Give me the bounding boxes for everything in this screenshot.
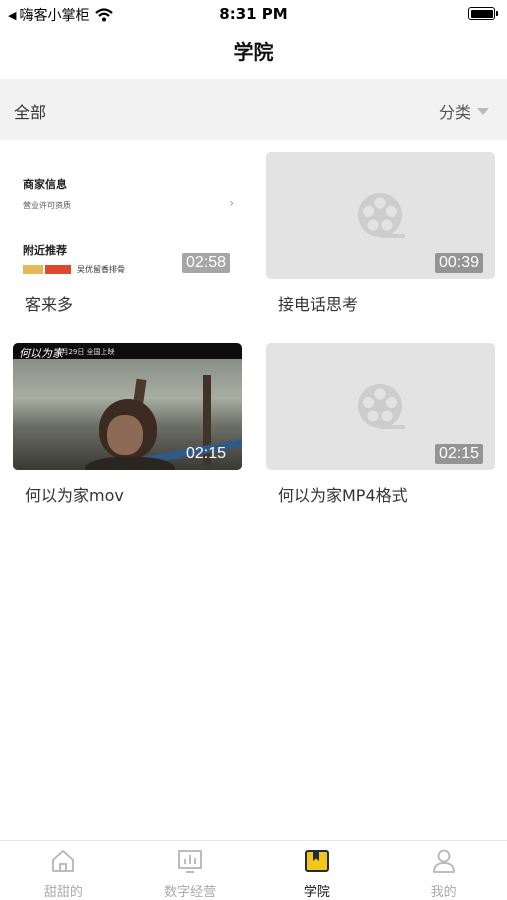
tab-home[interactable]: 甜甜的 bbox=[0, 841, 127, 900]
thumb-row: 吴优留香排骨 bbox=[23, 264, 125, 275]
home-icon bbox=[52, 850, 75, 872]
movie-date: 4月29日 全国上映 bbox=[57, 348, 115, 356]
book-icon bbox=[304, 850, 329, 872]
user-icon bbox=[432, 849, 455, 873]
video-duration: 02:15 bbox=[185, 445, 226, 462]
video-title[interactable]: 客来多 bbox=[25, 291, 242, 315]
status-time: 8:31 PM bbox=[219, 5, 288, 23]
thumb-text: 吴优留香排骨 bbox=[77, 265, 125, 274]
video-thumbnail[interactable]: 何以为家 4月29日 全国上映 02:15 bbox=[13, 343, 242, 470]
video-thumbnail[interactable]: 商家信息 营业许可资质 › 附近推荐 吴优留香排骨 02:58 bbox=[13, 152, 242, 279]
video-duration: 02:58 bbox=[181, 253, 230, 273]
video-thumbnail[interactable]: 00:39 bbox=[266, 152, 495, 279]
chart-icon bbox=[178, 850, 203, 873]
video-card[interactable]: 商家信息 营业许可资质 › 附近推荐 吴优留香排骨 02:58 客来多 bbox=[13, 152, 242, 315]
filter-bar: 全部 分类 bbox=[0, 79, 507, 140]
film-reel-icon bbox=[358, 193, 405, 238]
video-title[interactable]: 何以为家MP4格式 bbox=[278, 482, 495, 506]
tab-label: 数字经营 bbox=[164, 885, 217, 900]
video-thumbnail[interactable]: 02:15 bbox=[266, 343, 495, 470]
mini-image-icon bbox=[23, 265, 43, 274]
tab-academy[interactable]: 学院 bbox=[254, 841, 381, 900]
tab-label: 甜甜的 bbox=[43, 885, 83, 900]
thumb-text: 商家信息 bbox=[23, 178, 67, 191]
category-dropdown[interactable]: 分类 bbox=[439, 99, 489, 123]
video-card[interactable]: 何以为家 4月29日 全国上映 02:15 何以为家mov bbox=[13, 343, 242, 506]
thumb-text: 附近推荐 bbox=[23, 244, 67, 257]
dropdown-triangle-icon bbox=[477, 107, 489, 115]
video-duration: 02:15 bbox=[434, 444, 483, 464]
video-title[interactable]: 何以为家mov bbox=[25, 482, 242, 506]
category-label: 分类 bbox=[438, 103, 471, 122]
mini-tag-icon bbox=[45, 265, 71, 274]
page-title: 学院 bbox=[233, 40, 274, 64]
filter-all-button[interactable]: 全部 bbox=[14, 99, 46, 123]
video-card[interactable]: 02:15 何以为家MP4格式 bbox=[266, 343, 495, 506]
video-title[interactable]: 接电话思考 bbox=[278, 291, 495, 315]
battery-icon bbox=[468, 7, 498, 20]
tab-mine[interactable]: 我的 bbox=[380, 841, 507, 900]
status-bar: ◀ 嗨客小掌柜 8:31 PM bbox=[0, 0, 507, 28]
tab-bar: 甜甜的 数字经营 学院 我的 bbox=[0, 840, 507, 900]
film-reel-icon bbox=[358, 384, 405, 429]
thumb-text: 营业许可资质 bbox=[23, 201, 71, 210]
tab-label: 我的 bbox=[430, 885, 457, 900]
video-duration: 00:39 bbox=[434, 253, 483, 273]
chevron-right-icon: › bbox=[229, 196, 234, 210]
tab-digital[interactable]: 数字经营 bbox=[127, 841, 254, 900]
video-card[interactable]: 00:39 接电话思考 bbox=[266, 152, 495, 315]
tab-label: 学院 bbox=[303, 885, 330, 900]
